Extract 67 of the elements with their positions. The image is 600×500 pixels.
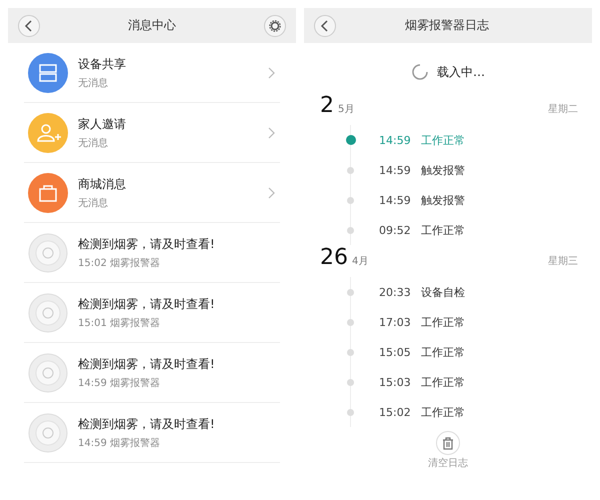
alert-title: 检测到烟雾，请及时查看! bbox=[78, 416, 216, 432]
alert-time: 15:02 bbox=[78, 258, 107, 268]
log-event: 工作正常 bbox=[421, 344, 465, 360]
device-name: 烟雾报警器 bbox=[110, 318, 160, 328]
smoke-detector-icon bbox=[28, 232, 68, 272]
back-button[interactable] bbox=[18, 14, 40, 36]
settings-button[interactable] bbox=[264, 14, 286, 36]
device-name: 烟雾报警器 bbox=[110, 378, 160, 388]
category-row[interactable]: 商城消息 无消息 bbox=[24, 163, 280, 223]
category-title: 设备共享 bbox=[78, 56, 127, 72]
screen-title: 烟雾报警器日志 bbox=[405, 17, 489, 34]
category-status: 无消息 bbox=[78, 136, 109, 150]
log-event: 触发报警 bbox=[421, 192, 465, 208]
log-time: 15:03 bbox=[379, 376, 412, 388]
alert-title: 检测到烟雾，请及时查看! bbox=[78, 236, 216, 252]
trash-icon bbox=[442, 436, 454, 450]
log-time: 14:59 bbox=[379, 164, 412, 176]
month-label: 4月 bbox=[352, 255, 370, 268]
device-name: 烟雾报警器 bbox=[110, 438, 160, 448]
month-label: 5月 bbox=[338, 103, 356, 116]
back-button[interactable] bbox=[314, 14, 336, 36]
log-event: 工作正常 bbox=[421, 132, 465, 148]
log-event: 工作正常 bbox=[421, 314, 465, 330]
category-row[interactable]: 设备共享 无消息 bbox=[24, 43, 280, 103]
alert-row[interactable]: 检测到烟雾，请及时查看! 14:59 烟雾报警器 bbox=[24, 343, 280, 403]
alert-title: 检测到烟雾，请及时查看! bbox=[78, 356, 216, 372]
spinner-icon bbox=[411, 63, 429, 81]
alert-time: 14:59 bbox=[78, 438, 107, 448]
log-time: 09:52 bbox=[379, 224, 412, 236]
alert-row[interactable]: 检测到烟雾，请及时查看! 15:02 烟雾报警器 bbox=[24, 223, 280, 283]
log-event: 工作正常 bbox=[421, 374, 465, 390]
alert-row[interactable]: 检测到烟雾，请及时查看! 14:59 烟雾报警器 bbox=[24, 403, 280, 463]
log-event: 设备自检 bbox=[421, 284, 465, 300]
settings-icon bbox=[269, 20, 281, 32]
alert-time: 15:01 bbox=[78, 318, 107, 328]
log-time: 14:59 bbox=[379, 134, 412, 146]
log-event: 工作正常 bbox=[421, 222, 465, 238]
screen-title: 消息中心 bbox=[128, 17, 176, 34]
device-name: 烟雾报警器 bbox=[110, 258, 160, 268]
smoke-detector-icon bbox=[28, 352, 68, 392]
category-status: 无消息 bbox=[78, 76, 109, 90]
loading-text: 载入中… bbox=[437, 64, 485, 80]
category-title: 商城消息 bbox=[78, 176, 127, 192]
log-event: 工作正常 bbox=[421, 404, 465, 420]
day-number: 2 bbox=[320, 93, 334, 118]
log-event: 触发报警 bbox=[421, 162, 465, 178]
log-time: 15:02 bbox=[379, 406, 412, 418]
category-row[interactable]: 家人邀请 无消息 bbox=[24, 103, 280, 163]
clear-log-label: 清空日志 bbox=[428, 456, 468, 470]
chevron-icon bbox=[268, 126, 276, 138]
chevron-icon bbox=[268, 186, 276, 198]
smoke-detector-icon bbox=[28, 292, 68, 332]
category-status: 无消息 bbox=[78, 196, 109, 210]
weekday-label: 星期三 bbox=[548, 254, 578, 268]
log-time: 15:05 bbox=[379, 346, 412, 358]
clear-log-button[interactable] bbox=[436, 431, 460, 455]
alert-title: 检测到烟雾，请及时查看! bbox=[78, 296, 216, 312]
weekday-label: 星期二 bbox=[548, 102, 578, 116]
alert-time: 14:59 bbox=[78, 378, 107, 388]
chevron-icon bbox=[268, 66, 276, 78]
category-title: 家人邀请 bbox=[78, 116, 127, 132]
day-number: 26 bbox=[320, 245, 348, 270]
alert-row[interactable]: 检测到烟雾，请及时查看! 15:01 烟雾报警器 bbox=[24, 283, 280, 343]
smoke-detector-icon bbox=[28, 412, 68, 452]
log-time: 14:59 bbox=[379, 194, 412, 206]
log-time: 20:33 bbox=[379, 286, 412, 298]
log-time: 17:03 bbox=[379, 316, 412, 328]
